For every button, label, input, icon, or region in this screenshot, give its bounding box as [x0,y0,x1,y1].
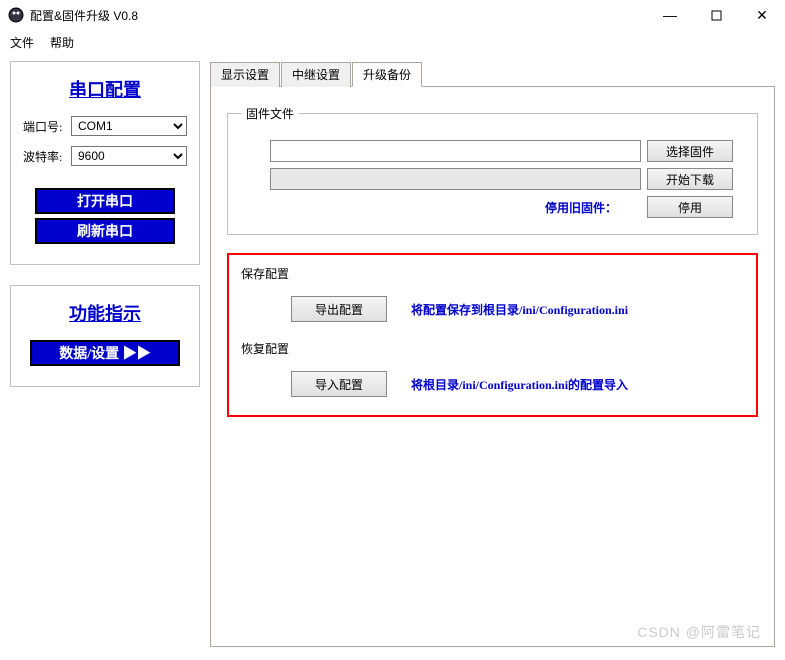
function-panel: 功能指示 数据/设置 ▶▶ [10,285,200,387]
tab-display[interactable]: 显示设置 [210,62,280,87]
tab-relay[interactable]: 中继设置 [281,62,351,87]
save-config-section: 保存配置 导出配置 将配置保存到根目录/ini/Configuration.in… [241,265,744,322]
menu-file[interactable]: 文件 [10,34,34,51]
config-highlight-box: 保存配置 导出配置 将配置保存到根目录/ini/Configuration.in… [227,253,758,417]
function-title: 功能指示 [23,300,187,326]
refresh-serial-button[interactable]: 刷新串口 [35,218,175,244]
tab-content: 固件文件 选择固件 开始下载 停用旧固件： 停用 [210,87,775,647]
baud-select[interactable]: 9600 [71,146,187,166]
tab-upgrade[interactable]: 升级备份 [352,62,422,87]
baud-label: 波特率: [23,148,71,165]
firmware-path-input[interactable] [270,140,641,162]
port-label: 端口号: [23,118,71,135]
export-config-button[interactable]: 导出配置 [291,296,387,322]
import-config-button[interactable]: 导入配置 [291,371,387,397]
restore-config-section: 恢复配置 导入配置 将根目录/ini/Configuration.ini的配置导… [241,340,744,397]
firmware-fieldset: 固件文件 选择固件 开始下载 停用旧固件： 停用 [227,105,758,235]
minimize-button[interactable]: — [647,0,693,30]
open-serial-button[interactable]: 打开串口 [35,188,175,214]
select-firmware-button[interactable]: 选择固件 [647,140,733,162]
maximize-button[interactable] [693,0,739,30]
firmware-legend: 固件文件 [242,105,298,122]
menu-help[interactable]: 帮助 [50,34,74,51]
titlebar: 配置&固件升级 V0.8 — ✕ [0,0,785,30]
start-download-button[interactable]: 开始下载 [647,168,733,190]
close-button[interactable]: ✕ [739,0,785,30]
save-config-label: 保存配置 [241,265,744,282]
import-config-desc: 将根目录/ini/Configuration.ini的配置导入 [411,376,628,393]
restore-config-label: 恢复配置 [241,340,744,357]
data-settings-button[interactable]: 数据/设置 ▶▶ [30,340,180,366]
export-config-desc: 将配置保存到根目录/ini/Configuration.ini [411,301,628,318]
stop-firmware-button[interactable]: 停用 [647,196,733,218]
serial-config-panel: 串口配置 端口号: COM1 波特率: 9600 打开串口 刷新串口 [10,61,200,265]
watermark: CSDN @阿雷笔记 [637,622,761,642]
download-progress [270,168,641,190]
port-select[interactable]: COM1 [71,116,187,136]
menubar: 文件 帮助 [0,30,785,57]
window-title: 配置&固件升级 V0.8 [30,7,647,24]
app-icon [8,7,24,23]
stop-firmware-label: 停用旧固件： [545,199,617,216]
serial-title: 串口配置 [23,76,187,102]
tab-bar: 显示设置 中继设置 升级备份 [210,61,775,87]
